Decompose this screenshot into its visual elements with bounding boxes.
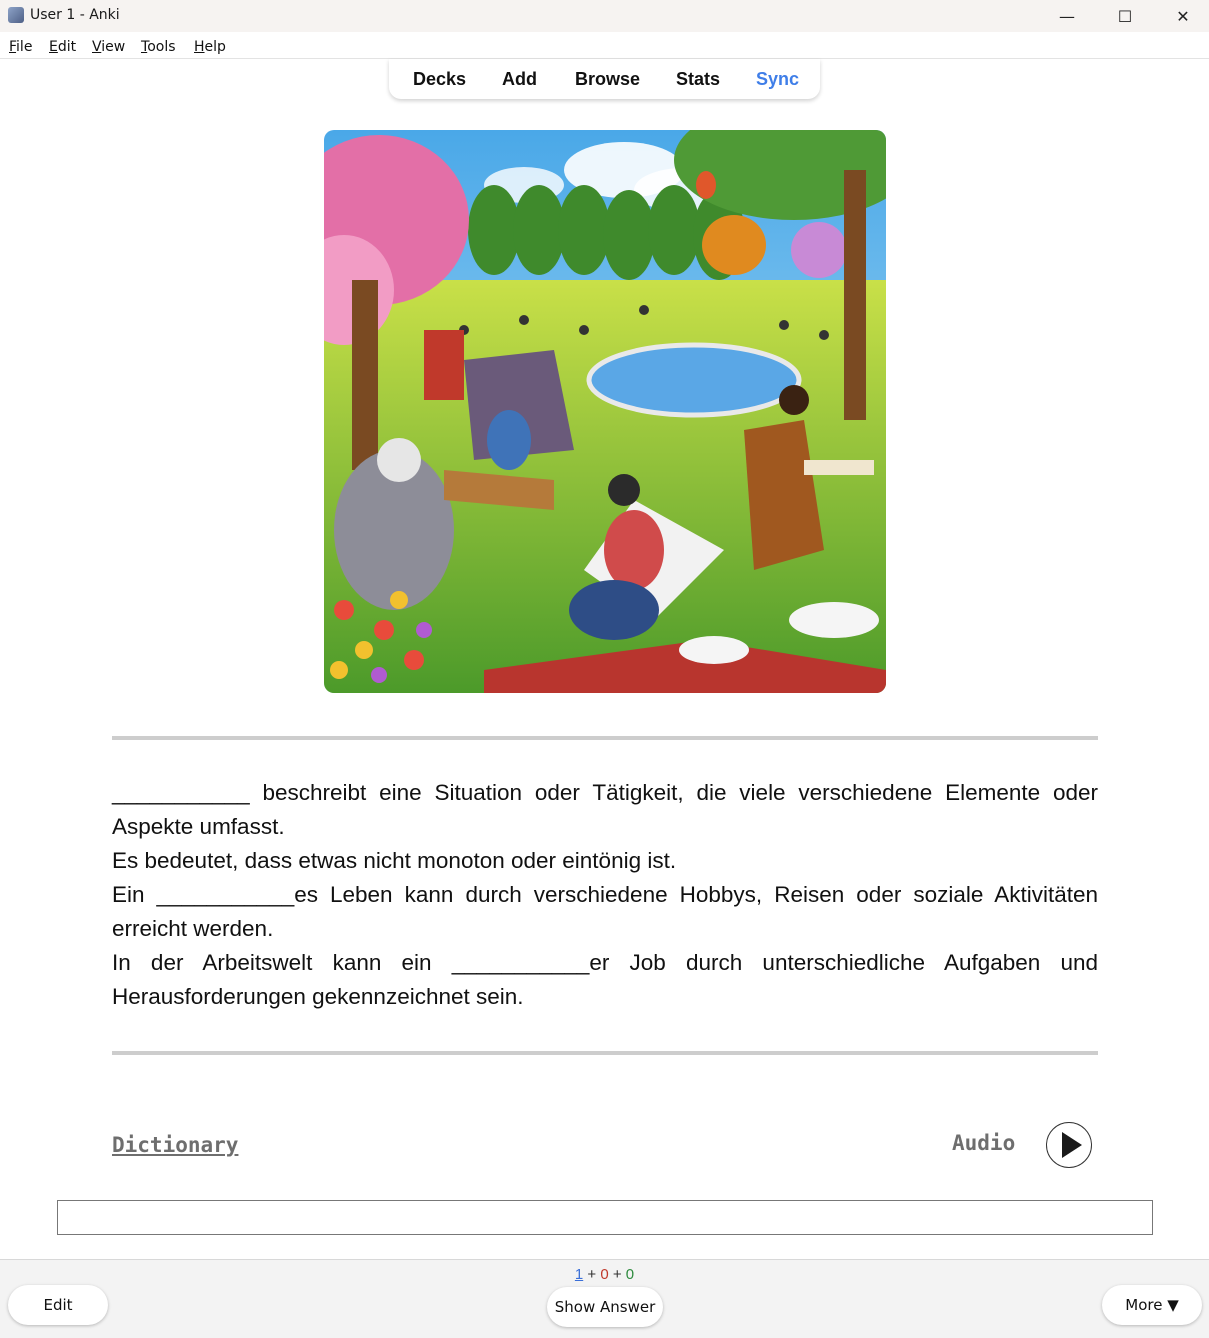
- learn-count: 0: [600, 1266, 609, 1283]
- toolbar-add[interactable]: Add: [502, 69, 537, 90]
- menu-edit[interactable]: Edit: [49, 39, 76, 55]
- play-icon: [1061, 1131, 1082, 1158]
- menu-view[interactable]: View: [92, 39, 125, 55]
- dictionary-link[interactable]: Dictionary: [112, 1133, 238, 1157]
- main-toolbar: Decks Add Browse Stats Sync: [389, 59, 820, 99]
- maximize-button[interactable]: ☐: [1096, 0, 1154, 32]
- card-line-1: ___________ beschreibt eine Situation od…: [112, 780, 1098, 839]
- card-line-2: Es bedeutet, dass etwas nicht monoton od…: [112, 848, 677, 873]
- menu-help-label: elp: [204, 39, 226, 55]
- menu-view-label: iew: [101, 39, 126, 55]
- count-separator-2: +: [612, 1266, 622, 1283]
- card-line-4: In der Arbeitswelt kann ein ___________e…: [112, 950, 1098, 1009]
- menu-help[interactable]: Help: [194, 39, 226, 55]
- toolbar-browse[interactable]: Browse: [575, 69, 640, 90]
- toolbar-decks[interactable]: Decks: [413, 69, 466, 90]
- menu-bar: File Edit View Tools Help: [0, 32, 1209, 59]
- audio-play-button[interactable]: [1046, 1122, 1092, 1168]
- anki-app-icon: [8, 7, 24, 23]
- audio-label: Audio: [952, 1131, 1016, 1155]
- menu-tools-label: ools: [147, 39, 176, 55]
- title-bar: User 1 - Anki — ☐ ✕: [0, 0, 1209, 32]
- close-button[interactable]: ✕: [1154, 0, 1209, 32]
- menu-file-label: ile: [16, 39, 33, 55]
- toolbar-stats[interactable]: Stats: [676, 69, 720, 90]
- menu-help-mnemonic: H: [194, 39, 205, 55]
- divider-bottom: [112, 1051, 1098, 1055]
- type-answer-input[interactable]: [57, 1200, 1153, 1235]
- minimize-button[interactable]: —: [1038, 0, 1096, 32]
- menu-edit-label: dit: [57, 39, 77, 55]
- park-scene-image: [324, 130, 886, 693]
- due-counts: 1 + 0 + 0: [0, 1266, 1209, 1283]
- menu-tools[interactable]: Tools: [141, 39, 176, 55]
- card-question-text: ___________ beschreibt eine Situation od…: [112, 776, 1098, 1014]
- show-answer-button[interactable]: Show Answer: [547, 1287, 663, 1327]
- edit-button[interactable]: Edit: [8, 1285, 108, 1325]
- divider-top: [112, 736, 1098, 740]
- toolbar-sync[interactable]: Sync: [756, 69, 799, 90]
- review-count: 0: [625, 1266, 635, 1283]
- menu-view-mnemonic: V: [92, 39, 102, 55]
- new-count[interactable]: 1: [575, 1266, 583, 1283]
- menu-file[interactable]: File: [9, 39, 32, 55]
- card-line-3: Ein ___________es Leben kann durch versc…: [112, 882, 1098, 941]
- more-button[interactable]: More ▼: [1102, 1285, 1202, 1325]
- card-illustration: [324, 130, 886, 693]
- menu-file-mnemonic: F: [9, 39, 17, 55]
- count-separator-1: +: [587, 1266, 597, 1283]
- window-title: User 1 - Anki: [30, 7, 120, 23]
- menu-edit-mnemonic: E: [49, 39, 58, 55]
